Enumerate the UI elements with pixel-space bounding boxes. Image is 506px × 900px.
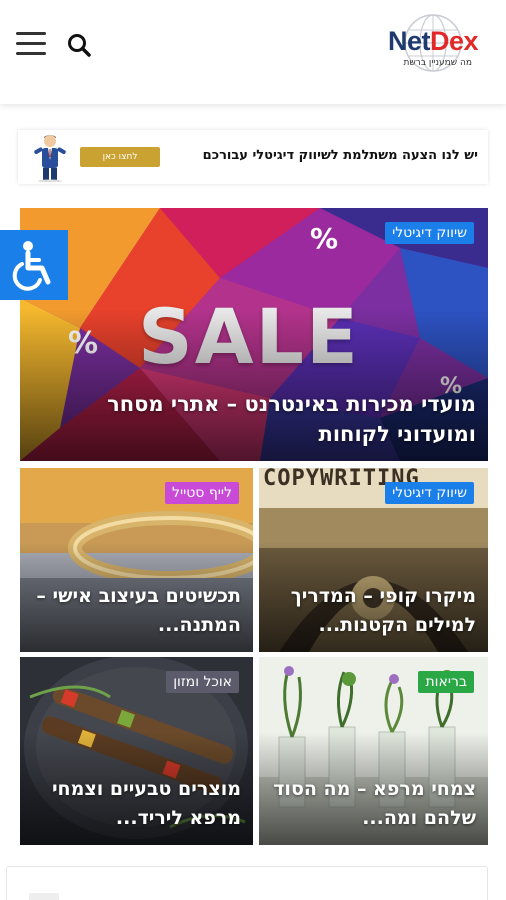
category-badge[interactable]: שיווק דיגיטלי	[385, 482, 474, 504]
article-card[interactable]: אוכל ומזון מוצרים טבעיים וצמחי מרפא לירי…	[20, 657, 253, 845]
category-badge[interactable]: שיווק דיגיטלי	[385, 222, 474, 244]
next-section-card	[6, 866, 488, 900]
hero-article-card[interactable]: % % % SALE שיווק דיגיטלי מועדי מכירות בא…	[20, 208, 488, 461]
accessibility-button[interactable]	[0, 230, 68, 300]
promo-banner[interactable]: יש לנו הצעה משתלמת לשיווק דיגיטלי עבורכם…	[18, 130, 488, 184]
article-title[interactable]: מוצרים טבעיים וצמחי מרפא ליריד...	[32, 775, 241, 833]
category-badge[interactable]: לייף סטייל	[164, 482, 239, 504]
wheelchair-icon	[12, 241, 51, 291]
article-card[interactable]: בריאות צמחי מרפא – מה הסוד שלהם ומה...	[259, 657, 488, 845]
logo-wordmark: NetDex	[387, 26, 479, 56]
logo-tagline: מה שמעניין ברשת	[403, 58, 473, 68]
category-badge[interactable]: בריאות	[418, 671, 474, 693]
article-title[interactable]: צמחי מרפא – מה הסוד שלהם ומה...	[271, 775, 476, 833]
article-card[interactable]: COPYWRITING שיווק דיגיטלי מיקרו קופי – ה…	[259, 468, 488, 652]
hamburger-menu-icon[interactable]	[16, 30, 48, 58]
svg-text:%: %	[310, 222, 338, 255]
promo-banner-text: יש לנו הצעה משתלמת לשיווק דיגיטלי עבורכם	[202, 148, 478, 163]
article-title[interactable]: מיקרו קופי – המדריך למילים הקטנות...	[271, 582, 476, 640]
category-badge[interactable]: אוכל ומזון	[166, 671, 239, 693]
hero-article-title[interactable]: מועדי מכירות באינטרנט – אתרי מסחר ומועדו…	[32, 389, 476, 449]
businessman-illustration	[34, 135, 66, 182]
search-icon[interactable]	[64, 30, 94, 60]
netdex-logo[interactable]: NetDex מה שמעניין ברשת	[358, 14, 479, 74]
article-title[interactable]: תכשיטים בעיצוב אישי – המתנה...	[32, 582, 241, 640]
promo-banner-button[interactable]: לחצו כאן	[80, 147, 160, 167]
article-card[interactable]: לייף סטייל תכשיטים בעיצוב אישי – המתנה..…	[20, 468, 253, 652]
site-header: NetDex מה שמעניין ברשת	[0, 0, 506, 104]
